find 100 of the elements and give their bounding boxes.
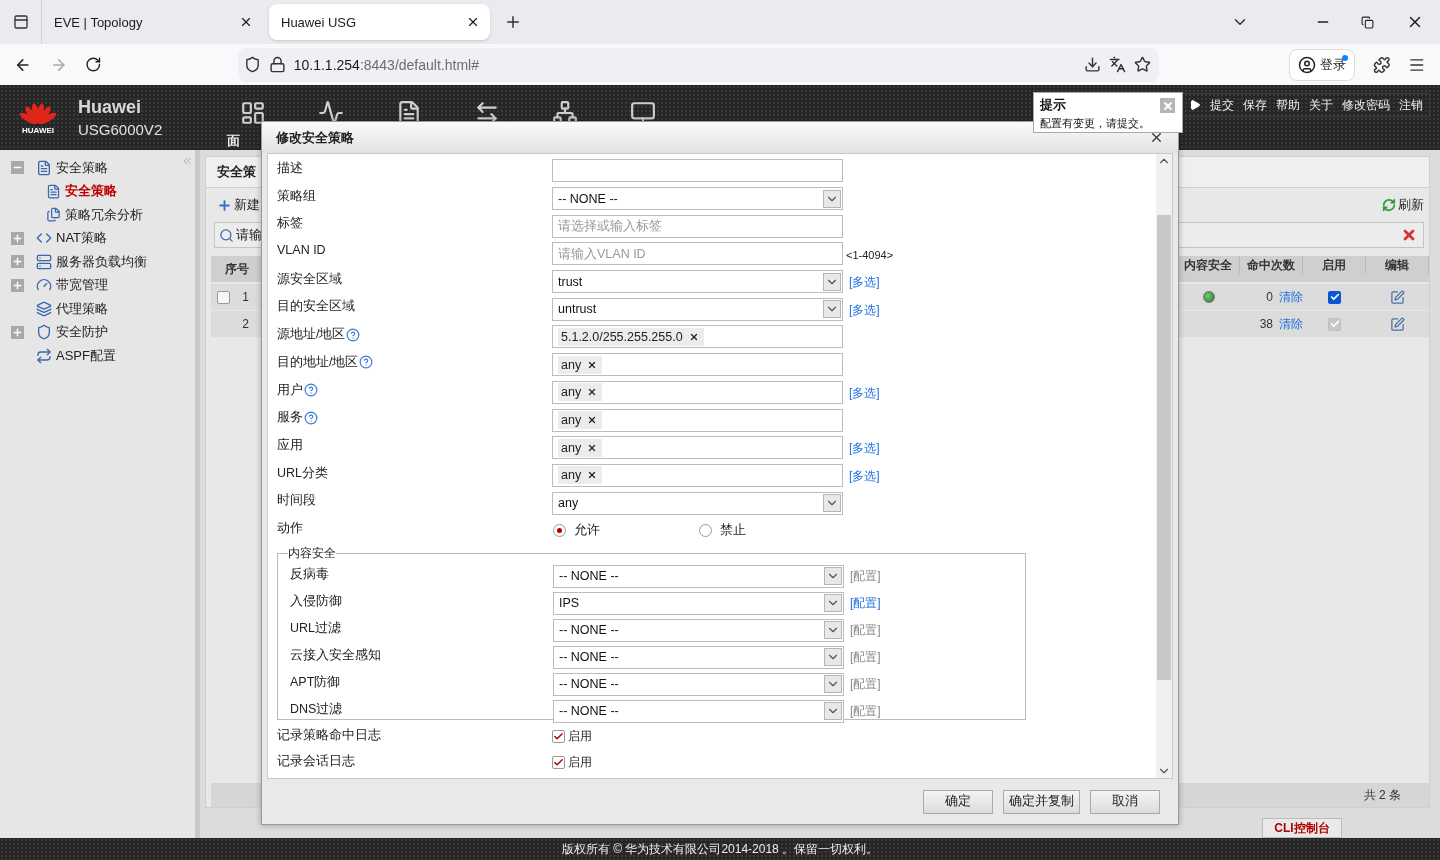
radio-option[interactable]: 禁止 xyxy=(697,522,843,540)
select-field[interactable]: untrust xyxy=(552,297,843,321)
browser-tab[interactable]: EVE | Topology xyxy=(42,4,263,40)
header-link[interactable]: 提交 xyxy=(1210,96,1234,114)
multi-select-link[interactable]: [多选] xyxy=(843,385,880,400)
close-icon[interactable] xyxy=(587,415,598,426)
column-header: 命中次数 xyxy=(1240,256,1303,274)
header-link[interactable]: 修改密码 xyxy=(1342,96,1390,114)
clear-link[interactable]: 清除 xyxy=(1279,288,1303,306)
row-checkbox[interactable] xyxy=(217,290,231,304)
dialog-button[interactable]: 确定并复制 xyxy=(1003,789,1080,814)
close-icon[interactable] xyxy=(1149,130,1164,145)
tree-node-icon xyxy=(36,253,52,270)
select-field[interactable]: -- NONE -- xyxy=(553,672,844,696)
play-icon xyxy=(1189,99,1201,111)
edit-icon[interactable] xyxy=(1390,316,1405,332)
select-field[interactable]: -- NONE -- xyxy=(553,618,844,642)
tree-item[interactable]: NAT策略 xyxy=(0,226,195,250)
extensions-icon[interactable] xyxy=(1372,55,1391,74)
config-link[interactable]: [配置] xyxy=(844,594,1025,612)
cli-console-button[interactable]: CLI控制台 xyxy=(1262,818,1342,838)
range-hint: <1-4094> xyxy=(845,248,894,261)
clear-link[interactable]: 清除 xyxy=(1279,315,1303,333)
dialog-button[interactable]: 确定 xyxy=(923,789,993,814)
tree-item[interactable]: 代理策略 xyxy=(0,297,195,321)
tree-item[interactable]: 安全策略 xyxy=(0,179,195,203)
radio-option[interactable]: 允许 xyxy=(552,522,698,540)
select-field[interactable]: -- NONE -- xyxy=(553,645,844,669)
tree-item[interactable]: 安全策略 xyxy=(0,156,195,180)
select-field[interactable]: trust xyxy=(552,270,843,294)
select-field[interactable]: -- NONE -- xyxy=(553,564,844,588)
nav-icon[interactable] xyxy=(240,100,266,126)
tree-node-icon xyxy=(46,183,61,199)
log-checkbox[interactable]: 启用 xyxy=(552,754,843,772)
header-link[interactable]: 帮助 xyxy=(1276,96,1300,114)
brand-name: Huawei xyxy=(78,97,143,118)
multi-select-link[interactable]: [多选] xyxy=(843,302,880,317)
tree-item[interactable]: 带宽管理 xyxy=(0,273,195,297)
tree-item[interactable]: 策略冗余分析 xyxy=(0,203,195,227)
field-label: 目的安全区域 xyxy=(277,298,356,316)
tree-item[interactable]: ASPF配置 xyxy=(0,344,195,368)
close-icon[interactable] xyxy=(587,470,598,481)
restore-icon[interactable] xyxy=(1361,15,1374,29)
tree-item[interactable]: 安全防护 xyxy=(0,320,195,344)
scrollbar[interactable] xyxy=(1156,154,1172,778)
header-link[interactable]: 保存 xyxy=(1243,96,1267,114)
help-icon xyxy=(359,355,374,370)
close-icon[interactable] xyxy=(587,359,598,370)
new-tab-icon[interactable] xyxy=(504,13,522,31)
expand-toggle[interactable] xyxy=(11,255,24,269)
tag-field[interactable]: any xyxy=(552,353,843,377)
tag-field[interactable]: any xyxy=(552,436,843,460)
tag-field[interactable]: any xyxy=(552,463,843,487)
field-label: 动作 xyxy=(277,519,304,537)
multi-select-link[interactable]: [多选] xyxy=(843,441,880,456)
star-icon[interactable] xyxy=(1133,56,1151,73)
column-header: 启用 xyxy=(1303,256,1366,274)
total-count: 共 2 条 xyxy=(1363,786,1401,804)
refresh-button[interactable]: 刷新 xyxy=(1382,196,1424,214)
select-field[interactable]: -- NONE -- xyxy=(553,699,844,723)
download-icon[interactable] xyxy=(1083,56,1101,73)
expand-toggle[interactable] xyxy=(11,325,24,339)
multi-select-link[interactable]: [多选] xyxy=(843,275,880,290)
browser-tab[interactable]: Huawei USG xyxy=(269,4,490,40)
tag-field[interactable]: 5.1.2.0/255.255.255.0 xyxy=(552,325,843,349)
text-field[interactable] xyxy=(552,159,843,183)
select-field[interactable]: any xyxy=(552,491,843,515)
select-field[interactable]: IPS xyxy=(553,591,844,615)
text-field[interactable]: 请输入VLAN ID xyxy=(552,242,843,266)
tag-field[interactable]: any xyxy=(552,380,843,404)
multi-select-link[interactable]: [多选] xyxy=(843,468,880,483)
expand-toggle[interactable] xyxy=(11,278,24,292)
select-field[interactable]: -- NONE -- xyxy=(552,187,843,211)
copyright-text: 版权所有 © 华为技术有限公司2014-2018 。保留一切权利。 xyxy=(561,840,879,858)
translate-icon[interactable] xyxy=(1108,56,1126,73)
sign-in-button[interactable]: 登录 xyxy=(1288,48,1355,81)
reload-icon[interactable] xyxy=(85,56,102,73)
header-link[interactable]: 注销 xyxy=(1399,96,1423,114)
log-checkbox[interactable]: 启用 xyxy=(552,728,843,746)
address-field[interactable]: 10.1.1.254:8443/default.html# xyxy=(237,47,1159,82)
tag-field[interactable]: any xyxy=(552,408,843,432)
tree-item[interactable]: 服务器负载均衡 xyxy=(0,250,195,274)
expand-toggle[interactable] xyxy=(11,231,24,245)
close-icon[interactable] xyxy=(239,15,253,29)
expand-toggle[interactable] xyxy=(11,161,24,175)
close-icon[interactable] xyxy=(688,331,699,342)
close-icon[interactable] xyxy=(587,442,598,453)
new-button[interactable]: 新建 xyxy=(217,196,260,214)
close-icon[interactable] xyxy=(466,15,480,29)
header-link[interactable]: 关于 xyxy=(1309,96,1333,114)
field-label: 云接入安全感知 xyxy=(290,646,382,664)
text-field[interactable]: 请选择或输入标签 xyxy=(552,214,843,238)
dialog-button[interactable]: 取消 xyxy=(1090,789,1160,814)
config-link: [配置] xyxy=(849,702,882,720)
clear-icon[interactable] xyxy=(1401,227,1417,243)
close-icon[interactable] xyxy=(587,387,598,398)
edit-icon[interactable] xyxy=(1390,289,1405,305)
nav-label[interactable]: 面 xyxy=(227,132,240,150)
lock-icon xyxy=(268,56,286,73)
enable-checkbox[interactable] xyxy=(1328,290,1341,304)
